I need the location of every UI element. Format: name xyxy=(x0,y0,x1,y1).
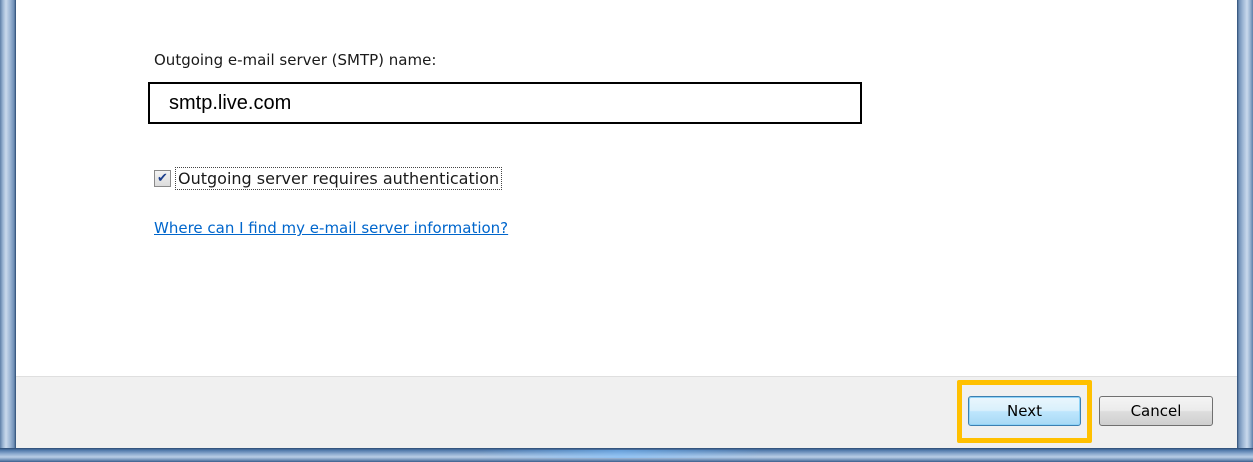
window-frame-bottom xyxy=(0,448,1253,462)
window-frame-right xyxy=(1237,0,1253,462)
next-button[interactable]: Next xyxy=(968,396,1081,426)
auth-checkbox[interactable]: ✔ xyxy=(154,169,171,187)
auth-checkbox-row[interactable]: ✔ Outgoing server requires authenticatio… xyxy=(154,165,503,191)
window-frame-left xyxy=(0,0,16,462)
cancel-button[interactable]: Cancel xyxy=(1099,396,1213,426)
server-info-help-link[interactable]: Where can I find my e-mail server inform… xyxy=(154,219,508,237)
smtp-server-input[interactable] xyxy=(148,82,862,124)
checkmark-icon: ✔ xyxy=(157,170,168,186)
auth-checkbox-label[interactable]: Outgoing server requires authentication xyxy=(175,166,503,190)
smtp-server-label: Outgoing e-mail server (SMTP) name: xyxy=(154,51,437,69)
